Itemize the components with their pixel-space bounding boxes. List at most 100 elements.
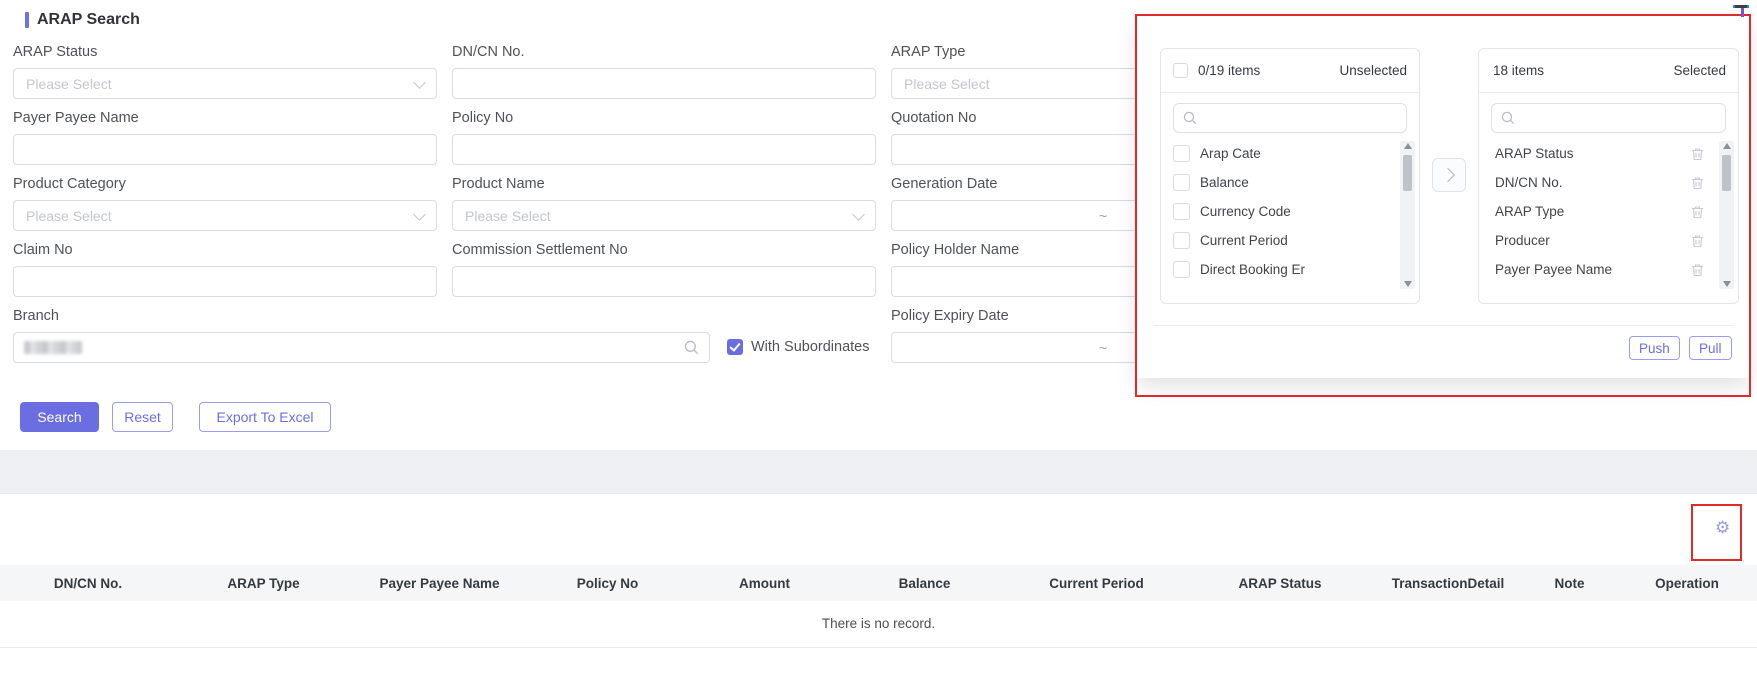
list-item[interactable]: ARAP Type <box>1479 197 1716 226</box>
column-header-transaction-detail[interactable]: TransactionDetail <box>1374 576 1522 591</box>
product-name-placeholder: Please Select <box>465 207 551 224</box>
column-header-dncn-no[interactable]: DN/CN No. <box>0 576 176 591</box>
date-range-separator: ~ <box>1098 339 1108 356</box>
selected-search-input[interactable] <box>1491 103 1726 133</box>
item-label: Arap Cate <box>1200 146 1261 161</box>
item-checkbox[interactable] <box>1173 232 1190 249</box>
unselected-items-list: Arap Cate Balance Currency Code Current … <box>1161 139 1419 289</box>
item-checkbox[interactable] <box>1173 261 1190 278</box>
chevron-down-icon <box>852 207 865 221</box>
commission-settlement-no-input[interactable] <box>452 266 876 297</box>
list-item[interactable]: Direct Booking Er <box>1161 255 1397 284</box>
empty-table-message: There is no record. <box>821 616 936 631</box>
product-name-label: Product Name <box>452 176 545 192</box>
search-icon <box>1501 111 1515 125</box>
column-header-operation[interactable]: Operation <box>1617 576 1757 591</box>
scroll-up-icon[interactable] <box>1722 143 1731 149</box>
item-checkbox[interactable] <box>1173 203 1190 220</box>
move-right-button[interactable] <box>1432 158 1466 192</box>
with-subordinates-control[interactable]: With Subordinates <box>727 339 869 355</box>
dncn-no-input[interactable] <box>452 68 876 99</box>
selected-card-header: 18 items Selected <box>1479 49 1738 93</box>
selected-list-card: 18 items Selected ARAP Status DN/CN No. … <box>1478 48 1739 304</box>
arap-type-label: ARAP Type <box>891 44 966 60</box>
pull-button[interactable]: Pull <box>1689 336 1732 360</box>
item-label: Currency Code <box>1200 204 1291 219</box>
unselected-list-card: 0/19 items Unselected Arap Cate Balance … <box>1160 48 1420 304</box>
trash-icon[interactable] <box>1691 147 1704 161</box>
list-item[interactable]: Current Period <box>1161 226 1397 255</box>
trash-icon[interactable] <box>1691 234 1704 248</box>
policy-no-input[interactable] <box>452 134 876 165</box>
list-item[interactable]: Payer Payee Name <box>1479 255 1716 284</box>
product-category-select[interactable]: Please Select <box>13 200 437 231</box>
annotation-artifact <box>1733 2 1751 20</box>
commission-settlement-no-label: Commission Settlement No <box>452 242 628 258</box>
dncn-no-label: DN/CN No. <box>452 44 525 60</box>
with-subordinates-checkbox[interactable] <box>727 339 743 355</box>
search-icon <box>684 340 699 355</box>
branch-label: Branch <box>13 308 59 324</box>
unselected-search-input[interactable] <box>1173 103 1407 133</box>
column-header-current-period[interactable]: Current Period <box>1007 576 1186 591</box>
item-checkbox[interactable] <box>1173 145 1190 162</box>
arap-status-select[interactable]: Please Select <box>13 68 437 99</box>
branch-redacted-value <box>24 341 82 354</box>
item-label: Payer Payee Name <box>1495 262 1613 277</box>
search-button[interactable]: Search <box>20 402 99 432</box>
export-to-excel-button[interactable]: Export To Excel <box>199 402 331 432</box>
scroll-down-icon[interactable] <box>1403 281 1412 287</box>
page-title: ARAP Search <box>37 11 140 28</box>
item-label: Producer <box>1495 233 1550 248</box>
policy-no-label: Policy No <box>452 110 514 126</box>
select-all-checkbox[interactable] <box>1173 63 1188 78</box>
with-subordinates-label: With Subordinates <box>751 339 870 355</box>
column-settings-gear-button[interactable]: ⚙ <box>1709 518 1736 537</box>
unselected-card-header: 0/19 items Unselected <box>1161 49 1419 93</box>
selected-scrollbar[interactable] <box>1719 141 1734 289</box>
list-item[interactable]: Currency Code <box>1161 197 1397 226</box>
claim-no-input[interactable] <box>13 266 437 297</box>
push-button[interactable]: Push <box>1629 336 1680 360</box>
scroll-down-icon[interactable] <box>1722 281 1731 287</box>
product-category-label: Product Category <box>13 176 126 192</box>
list-item[interactable]: ARAP Status <box>1479 139 1716 168</box>
generation-date-label: Generation Date <box>891 176 998 192</box>
selected-header-label: Selected <box>1673 63 1726 78</box>
trash-icon[interactable] <box>1691 263 1704 277</box>
chevron-right-icon <box>1440 167 1455 183</box>
reset-button[interactable]: Reset <box>112 402 173 432</box>
result-table-card: ⚙ DN/CN No. ARAP Type Payer Payee Name P… <box>0 493 1757 673</box>
column-header-payer-payee-name[interactable]: Payer Payee Name <box>351 576 528 591</box>
table-header-row: DN/CN No. ARAP Type Payer Payee Name Pol… <box>0 565 1757 601</box>
column-header-amount[interactable]: Amount <box>687 576 842 591</box>
list-item[interactable]: Balance <box>1161 168 1397 197</box>
payer-payee-name-input[interactable] <box>13 134 437 165</box>
unselected-scrollbar[interactable] <box>1400 141 1415 289</box>
column-header-balance[interactable]: Balance <box>842 576 1007 591</box>
scroll-thumb[interactable] <box>1403 155 1412 191</box>
column-header-policy-no[interactable]: Policy No <box>528 576 687 591</box>
chevron-down-icon <box>413 207 426 221</box>
product-name-select[interactable]: Please Select <box>452 200 876 231</box>
item-checkbox[interactable] <box>1173 174 1190 191</box>
trash-icon[interactable] <box>1691 176 1704 190</box>
policy-expiry-date-label: Policy Expiry Date <box>891 308 1009 324</box>
column-header-arap-status[interactable]: ARAP Status <box>1186 576 1374 591</box>
title-accent-bar <box>25 12 29 28</box>
branch-input[interactable] <box>13 332 710 363</box>
list-item[interactable]: Arap Cate <box>1161 139 1397 168</box>
list-item[interactable]: DN/CN No. <box>1479 168 1716 197</box>
column-header-note[interactable]: Note <box>1522 576 1617 591</box>
item-label: Balance <box>1200 175 1249 190</box>
scroll-up-icon[interactable] <box>1403 143 1412 149</box>
scroll-thumb[interactable] <box>1722 155 1731 191</box>
trash-icon[interactable] <box>1691 205 1704 219</box>
quotation-no-label: Quotation No <box>891 110 977 126</box>
unselected-header-label: Unselected <box>1339 63 1407 78</box>
list-item[interactable]: Producer <box>1479 226 1716 255</box>
column-header-arap-type[interactable]: ARAP Type <box>176 576 351 591</box>
item-label: Current Period <box>1200 233 1288 248</box>
item-label: ARAP Type <box>1495 204 1565 219</box>
section-divider-band <box>0 450 1757 493</box>
